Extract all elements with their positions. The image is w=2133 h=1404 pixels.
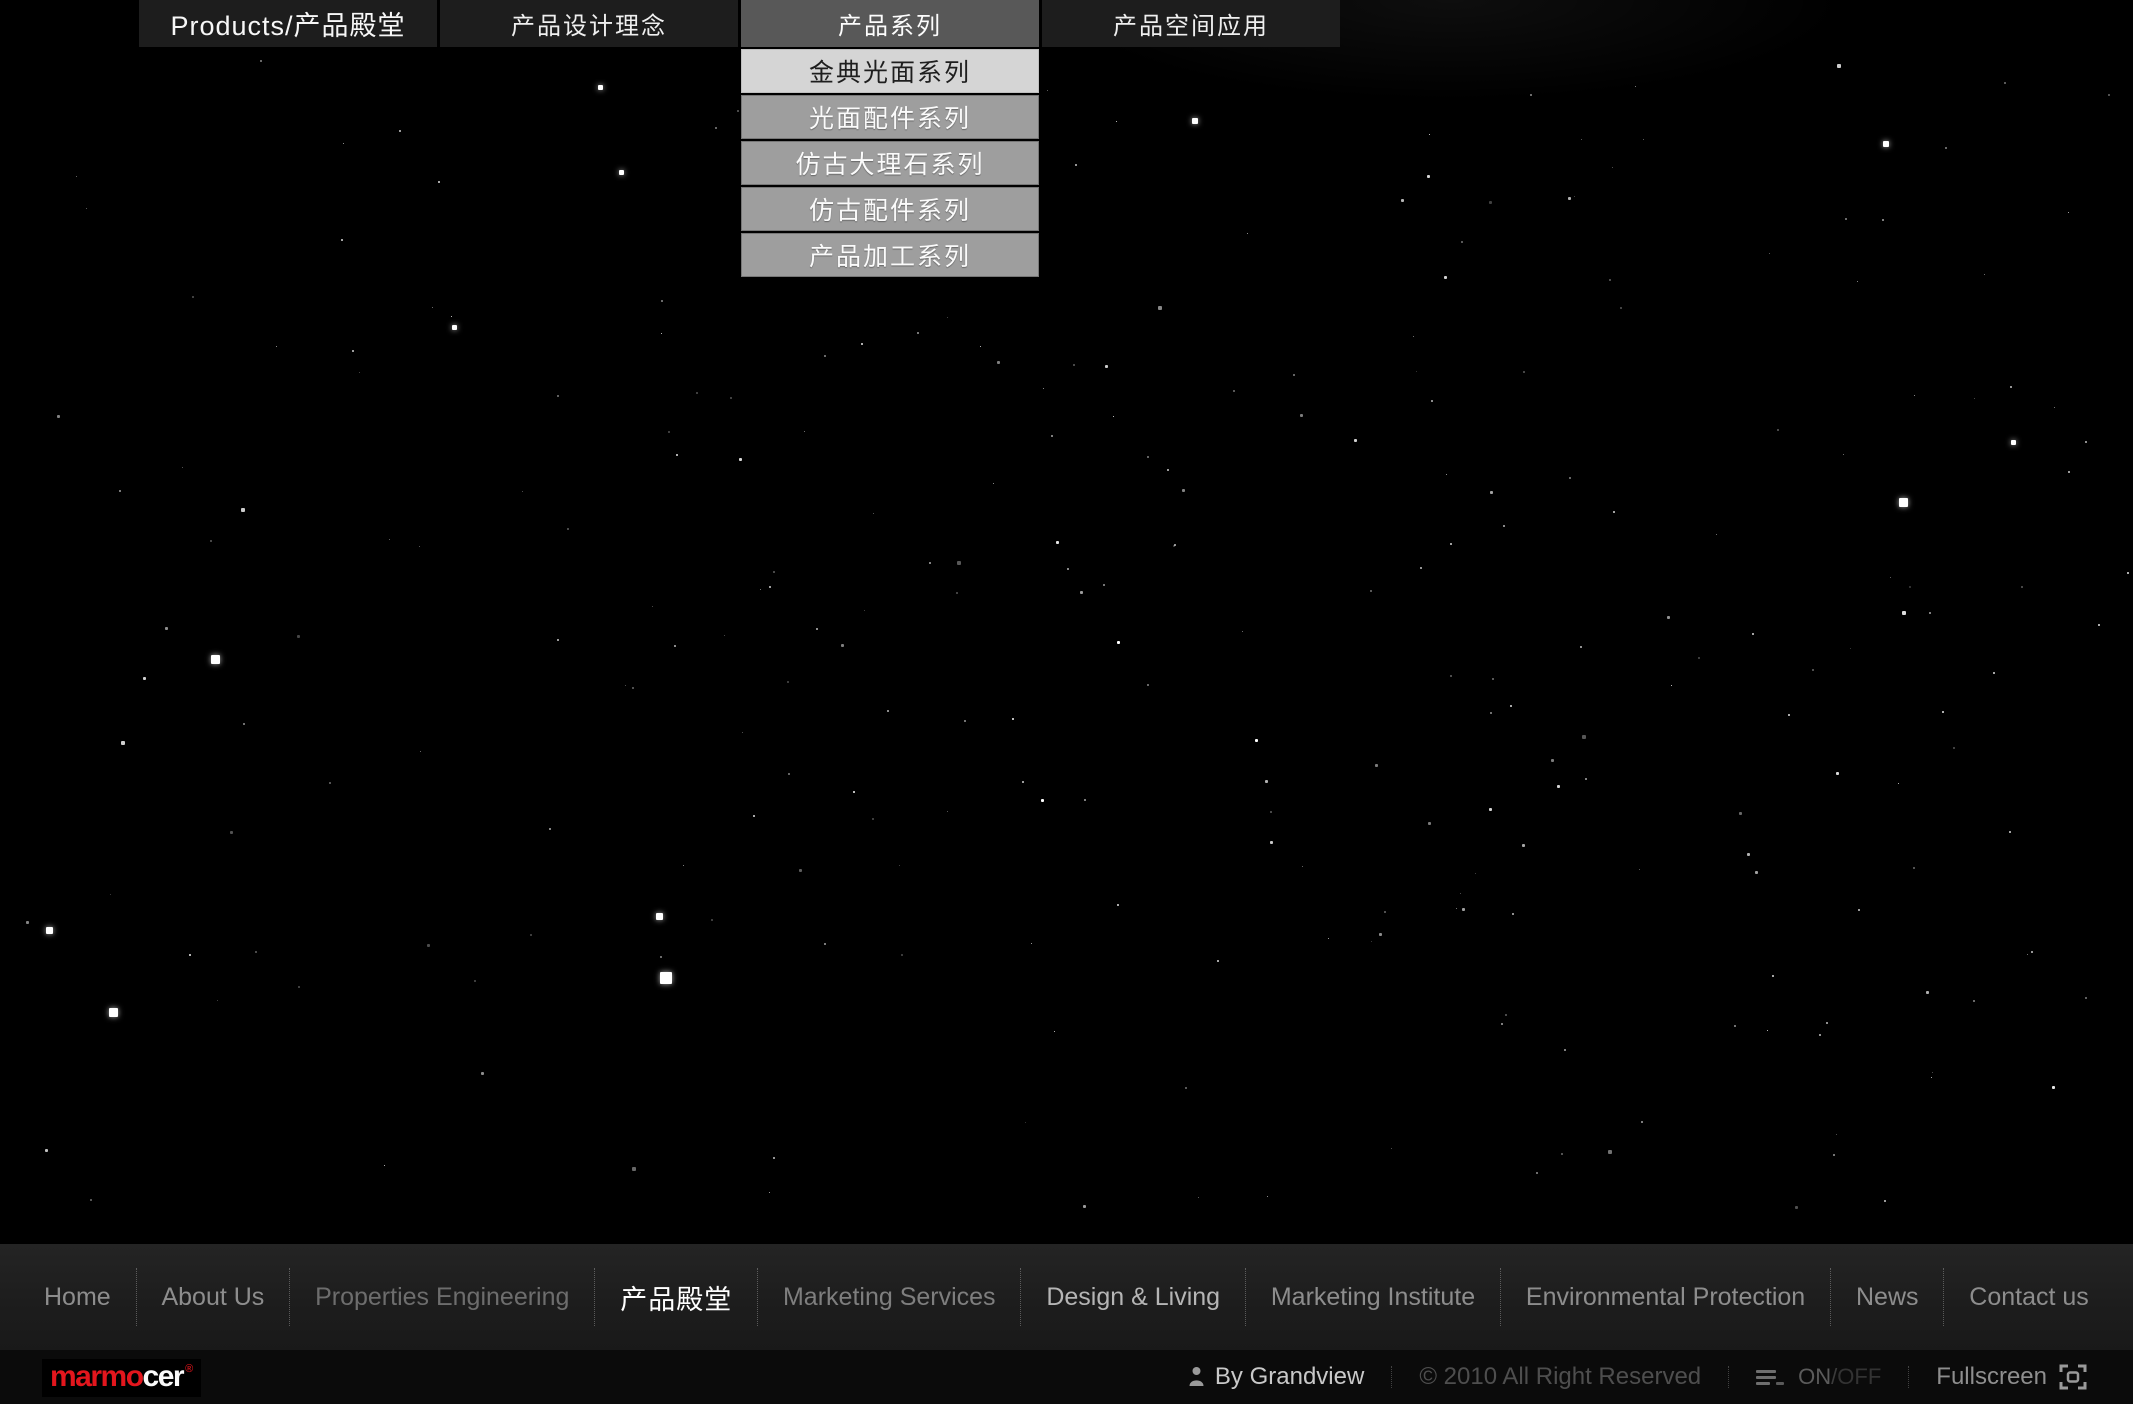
nav-separator [1020,1268,1021,1326]
registered-mark-icon: ® [185,1364,193,1375]
nav-separator [757,1268,758,1326]
nav-separator [136,1268,137,1326]
credit-link[interactable]: By Grandview [1188,1363,1364,1391]
bottom-nav-bar: Home About Us Properties Engineering 产品殿… [0,1244,2133,1350]
footer-bar: marmocer® By Grandview © 2010 All Right … [0,1350,2133,1404]
nav-item-news[interactable]: News [1856,1283,1919,1312]
tab-design-concept[interactable]: 产品设计理念 [440,0,738,47]
sound-on-label: ON [1798,1364,1831,1389]
nav-item-contact-us[interactable]: Contact us [1969,1283,2089,1312]
fullscreen-button[interactable]: Fullscreen [1936,1363,2087,1391]
nav-separator [594,1268,595,1326]
sound-off-label: OFF [1837,1364,1881,1389]
nav-item-product-hall[interactable]: 产品殿堂 [620,1278,732,1317]
tab-space-application[interactable]: 产品空间应用 [1042,0,1340,47]
nav-separator [289,1268,290,1326]
fullscreen-icon [2059,1364,2087,1390]
sound-toggle[interactable]: ON/OFF [1756,1364,1881,1390]
nav-item-properties-engineering[interactable]: Properties Engineering [315,1283,569,1312]
nav-item-home[interactable]: Home [44,1283,111,1312]
nav-item-environmental-protection[interactable]: Environmental Protection [1526,1283,1805,1312]
nav-separator [1830,1268,1831,1326]
nav-item-design-living[interactable]: Design & Living [1046,1283,1220,1312]
dropdown-item-antique-accessories-series[interactable]: 仿古配件系列 [741,187,1039,231]
product-series-dropdown: 金典光面系列 光面配件系列 仿古大理石系列 仿古配件系列 产品加工系列 [741,49,1039,279]
top-tab-bar: Products/产品殿堂 产品设计理念 产品系列 产品空间应用 [139,0,1343,47]
starfield-background [0,0,2133,1404]
dropdown-item-classic-polished-series[interactable]: 金典光面系列 [741,49,1039,93]
nav-separator [1245,1268,1246,1326]
nav-item-marketing-services[interactable]: Marketing Services [783,1283,996,1312]
nav-item-about-us[interactable]: About Us [161,1283,264,1312]
nav-separator [1943,1268,1944,1326]
logo-text-marmo: marmo [50,1361,143,1393]
logo-text-cer: cer [143,1361,184,1393]
dropdown-item-antique-marble-series[interactable]: 仿古大理石系列 [741,141,1039,185]
tab-products[interactable]: Products/产品殿堂 [139,0,437,47]
marmocer-logo[interactable]: marmocer® [42,1359,201,1397]
footer-separator [1908,1366,1909,1388]
nav-separator [1500,1268,1501,1326]
credit-text: By Grandview [1215,1363,1364,1391]
sound-equalizer-icon [1756,1368,1786,1386]
fullscreen-label: Fullscreen [1936,1363,2047,1391]
footer-right-group: By Grandview © 2010 All Right Reserved O… [1188,1350,2087,1404]
footer-separator [1391,1366,1392,1388]
user-icon [1188,1366,1205,1388]
nav-item-marketing-institute[interactable]: Marketing Institute [1271,1283,1475,1312]
page-background: Products/产品殿堂 产品设计理念 产品系列 产品空间应用 金典光面系列 … [0,0,2133,1404]
dropdown-item-polished-accessories-series[interactable]: 光面配件系列 [741,95,1039,139]
tab-product-series[interactable]: 产品系列 [741,0,1039,47]
dropdown-item-product-processing-series[interactable]: 产品加工系列 [741,233,1039,277]
copyright-text: © 2010 All Right Reserved [1419,1363,1701,1391]
footer-separator [1728,1366,1729,1388]
